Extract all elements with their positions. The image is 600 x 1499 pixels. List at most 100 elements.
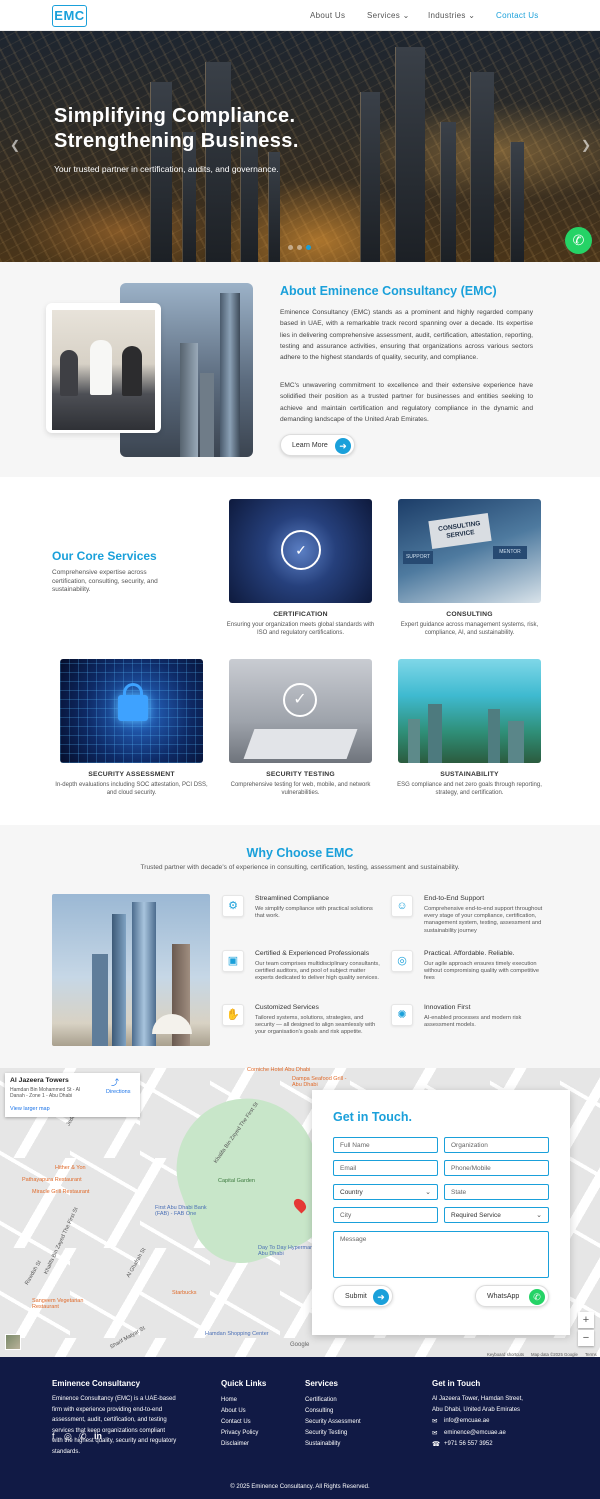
image-person xyxy=(60,350,78,396)
country-select[interactable]: Country ⌄ xyxy=(333,1184,438,1200)
whatsapp-button[interactable]: WhatsApp ✆ xyxy=(475,1285,549,1307)
footer-link-home[interactable]: Home xyxy=(221,1397,237,1403)
email-input[interactable]: Email xyxy=(333,1160,438,1176)
whatsapp-float-button[interactable]: ✆ xyxy=(565,227,592,254)
footer-service-certification[interactable]: Certification xyxy=(305,1397,337,1403)
organization-input[interactable]: Organization xyxy=(444,1137,549,1153)
nav-contact-us[interactable]: Contact Us xyxy=(496,11,539,20)
site-logo[interactable]: EMC xyxy=(52,5,87,27)
image-person xyxy=(90,340,112,395)
chevron-right-icon[interactable]: ❯ xyxy=(581,138,591,152)
footer-service-security-testing[interactable]: Security Testing xyxy=(305,1430,347,1436)
map-label-hamdan: Hamdan Shopping Center xyxy=(205,1331,269,1337)
hero-subtitle: Your trusted partner in certification, a… xyxy=(54,164,279,174)
about-meeting-image xyxy=(52,310,155,430)
footer-service-sustainability[interactable]: Sustainability xyxy=(305,1441,340,1447)
whatsapp-icon: ✆ xyxy=(529,1289,545,1305)
support-icon: ☺ xyxy=(391,895,413,917)
slider-dot[interactable] xyxy=(297,245,302,250)
innovation-icon: ✺ xyxy=(391,1004,413,1026)
full-name-input[interactable]: Full Name xyxy=(333,1137,438,1153)
security-testing-title[interactable]: SECURITY TESTING xyxy=(229,771,372,778)
why-subtitle: Trusted partner with decade's of experie… xyxy=(140,864,460,871)
whatsapp-icon: ✆ xyxy=(572,232,585,248)
view-larger-map-link[interactable]: View larger map xyxy=(10,1106,50,1112)
city-input[interactable]: City xyxy=(333,1207,438,1223)
linkedin-icon[interactable]: in xyxy=(94,1431,102,1441)
whatsapp-icon[interactable]: ✆ xyxy=(79,1431,87,1442)
sustainability-title[interactable]: SUSTAINABILITY xyxy=(398,771,541,778)
footer-service-security-assessment[interactable]: Security Assessment xyxy=(305,1419,361,1425)
footer-link-disclaimer[interactable]: Disclaimer xyxy=(221,1441,249,1447)
image-tower xyxy=(180,343,198,457)
footer-phone[interactable]: +971 56 557 3952 xyxy=(444,1441,493,1447)
security-assessment-title[interactable]: SECURITY ASSESSMENT xyxy=(60,771,203,778)
footer-email-eminence[interactable]: eminence@emcuae.ae xyxy=(444,1430,506,1436)
whatsapp-label: WhatsApp xyxy=(487,1293,520,1300)
sustainability-card-image[interactable] xyxy=(398,659,541,763)
why-title: Why Choose EMC xyxy=(246,846,354,860)
slider-dot[interactable] xyxy=(288,245,293,250)
hero-title-line1: Simplifying Compliance. xyxy=(54,105,296,127)
certification-title[interactable]: CERTIFICATION xyxy=(229,611,372,618)
hero-tower xyxy=(360,92,380,262)
nav-industries[interactable]: Industries ⌄ xyxy=(428,11,475,20)
nav-services[interactable]: Services ⌄ xyxy=(367,11,410,20)
chevron-left-icon[interactable]: ❮ xyxy=(10,138,20,152)
hero-title-line2: Strengthening Business. xyxy=(54,130,299,152)
why-item-desc: We simplify compliance with practical so… xyxy=(255,906,373,920)
map-label-starbucks: Starbucks xyxy=(172,1290,197,1296)
map-label-capital-garden: Capital Garden xyxy=(218,1178,255,1184)
arrow-right-icon: ➜ xyxy=(373,1289,389,1305)
required-service-select[interactable]: Required Service ⌄ xyxy=(444,1207,549,1223)
why-item-title: Innovation First xyxy=(424,1004,471,1011)
footer-link-contact[interactable]: Contact Us xyxy=(221,1419,251,1425)
nav-about-us[interactable]: About Us xyxy=(310,11,345,20)
map-label-hither: Hither & Yon xyxy=(55,1165,86,1171)
learn-more-button[interactable]: Learn More ➜ xyxy=(280,434,355,456)
submit-button[interactable]: Submit ➜ xyxy=(333,1285,393,1307)
instagram-icon[interactable]: ◎ xyxy=(64,1431,72,1442)
consulting-sign: CONSULTING SERVICE xyxy=(428,512,492,550)
state-input[interactable]: State xyxy=(444,1184,549,1200)
image-person xyxy=(122,346,142,396)
security-assessment-card-image[interactable] xyxy=(60,659,203,763)
why-item-desc: Tailored systems, solutions, strategies,… xyxy=(255,1015,376,1036)
security-testing-card-image[interactable]: ✓ xyxy=(229,659,372,763)
about-paragraph-1: Eminence Consultancy (EMC) stands as a p… xyxy=(280,309,533,362)
security-testing-desc: Comprehensive testing for web, mobile, a… xyxy=(230,782,371,796)
why-item-desc: Comprehensive end-to-end support through… xyxy=(424,906,543,934)
message-textarea[interactable]: Message xyxy=(333,1231,549,1278)
map-satellite-toggle[interactable] xyxy=(5,1334,21,1350)
why-item-title: Practical. Affordable. Reliable. xyxy=(424,950,515,957)
security-assessment-desc: In-depth evaluations including SOC attes… xyxy=(55,782,208,796)
map-label-fab: First Abu Dhabi Bank (FAB) - FAB One xyxy=(155,1205,207,1217)
country-select-label: Country xyxy=(340,1189,363,1196)
phone-input[interactable]: Phone/Mobile xyxy=(444,1160,549,1176)
certification-card-image[interactable]: ✓ xyxy=(229,499,372,603)
facebook-icon[interactable]: f xyxy=(52,1431,55,1441)
zoom-out-button[interactable]: − xyxy=(578,1330,594,1346)
footer-copyright: © 2025 Eminence Consultancy. All Rights … xyxy=(230,1484,370,1490)
slider-dot-active[interactable] xyxy=(306,245,311,250)
fingerprint-icon: ◎ xyxy=(391,950,413,972)
sustainability-desc: ESG compliance and net zero goals throug… xyxy=(397,782,542,796)
map-label-corniche: Corniche Hotel Abu Dhabi xyxy=(247,1067,311,1073)
arrow-right-icon: ➜ xyxy=(335,438,351,454)
footer-link-privacy[interactable]: Privacy Policy xyxy=(221,1430,258,1436)
required-service-label: Required Service xyxy=(451,1212,501,1219)
directions-icon[interactable]: ⤴ xyxy=(111,1077,119,1088)
footer-link-about[interactable]: About Us xyxy=(221,1408,246,1414)
zoom-in-button[interactable]: + xyxy=(578,1312,594,1328)
consulting-title[interactable]: CONSULTING xyxy=(398,611,541,618)
footer-email-info[interactable]: info@emcuae.ae xyxy=(444,1418,489,1424)
footer-address: Al Jazeera Tower, Hamdan Street, Abu Dha… xyxy=(432,1396,523,1413)
directions-link[interactable]: Directions xyxy=(106,1089,130,1095)
about-paragraph-2: EMC's unwavering commitment to excellenc… xyxy=(280,382,533,423)
consulting-card-image[interactable]: CONSULTING SERVICE SUPPORT MENTOR xyxy=(398,499,541,603)
footer-service-consulting[interactable]: Consulting xyxy=(305,1408,333,1414)
why-item-title: End-to-End Support xyxy=(424,895,485,902)
services-title: Our Core Services xyxy=(52,549,157,563)
footer-company-title: Eminence Consultancy xyxy=(52,1379,141,1388)
mentor-sign: MENTOR xyxy=(493,546,527,559)
